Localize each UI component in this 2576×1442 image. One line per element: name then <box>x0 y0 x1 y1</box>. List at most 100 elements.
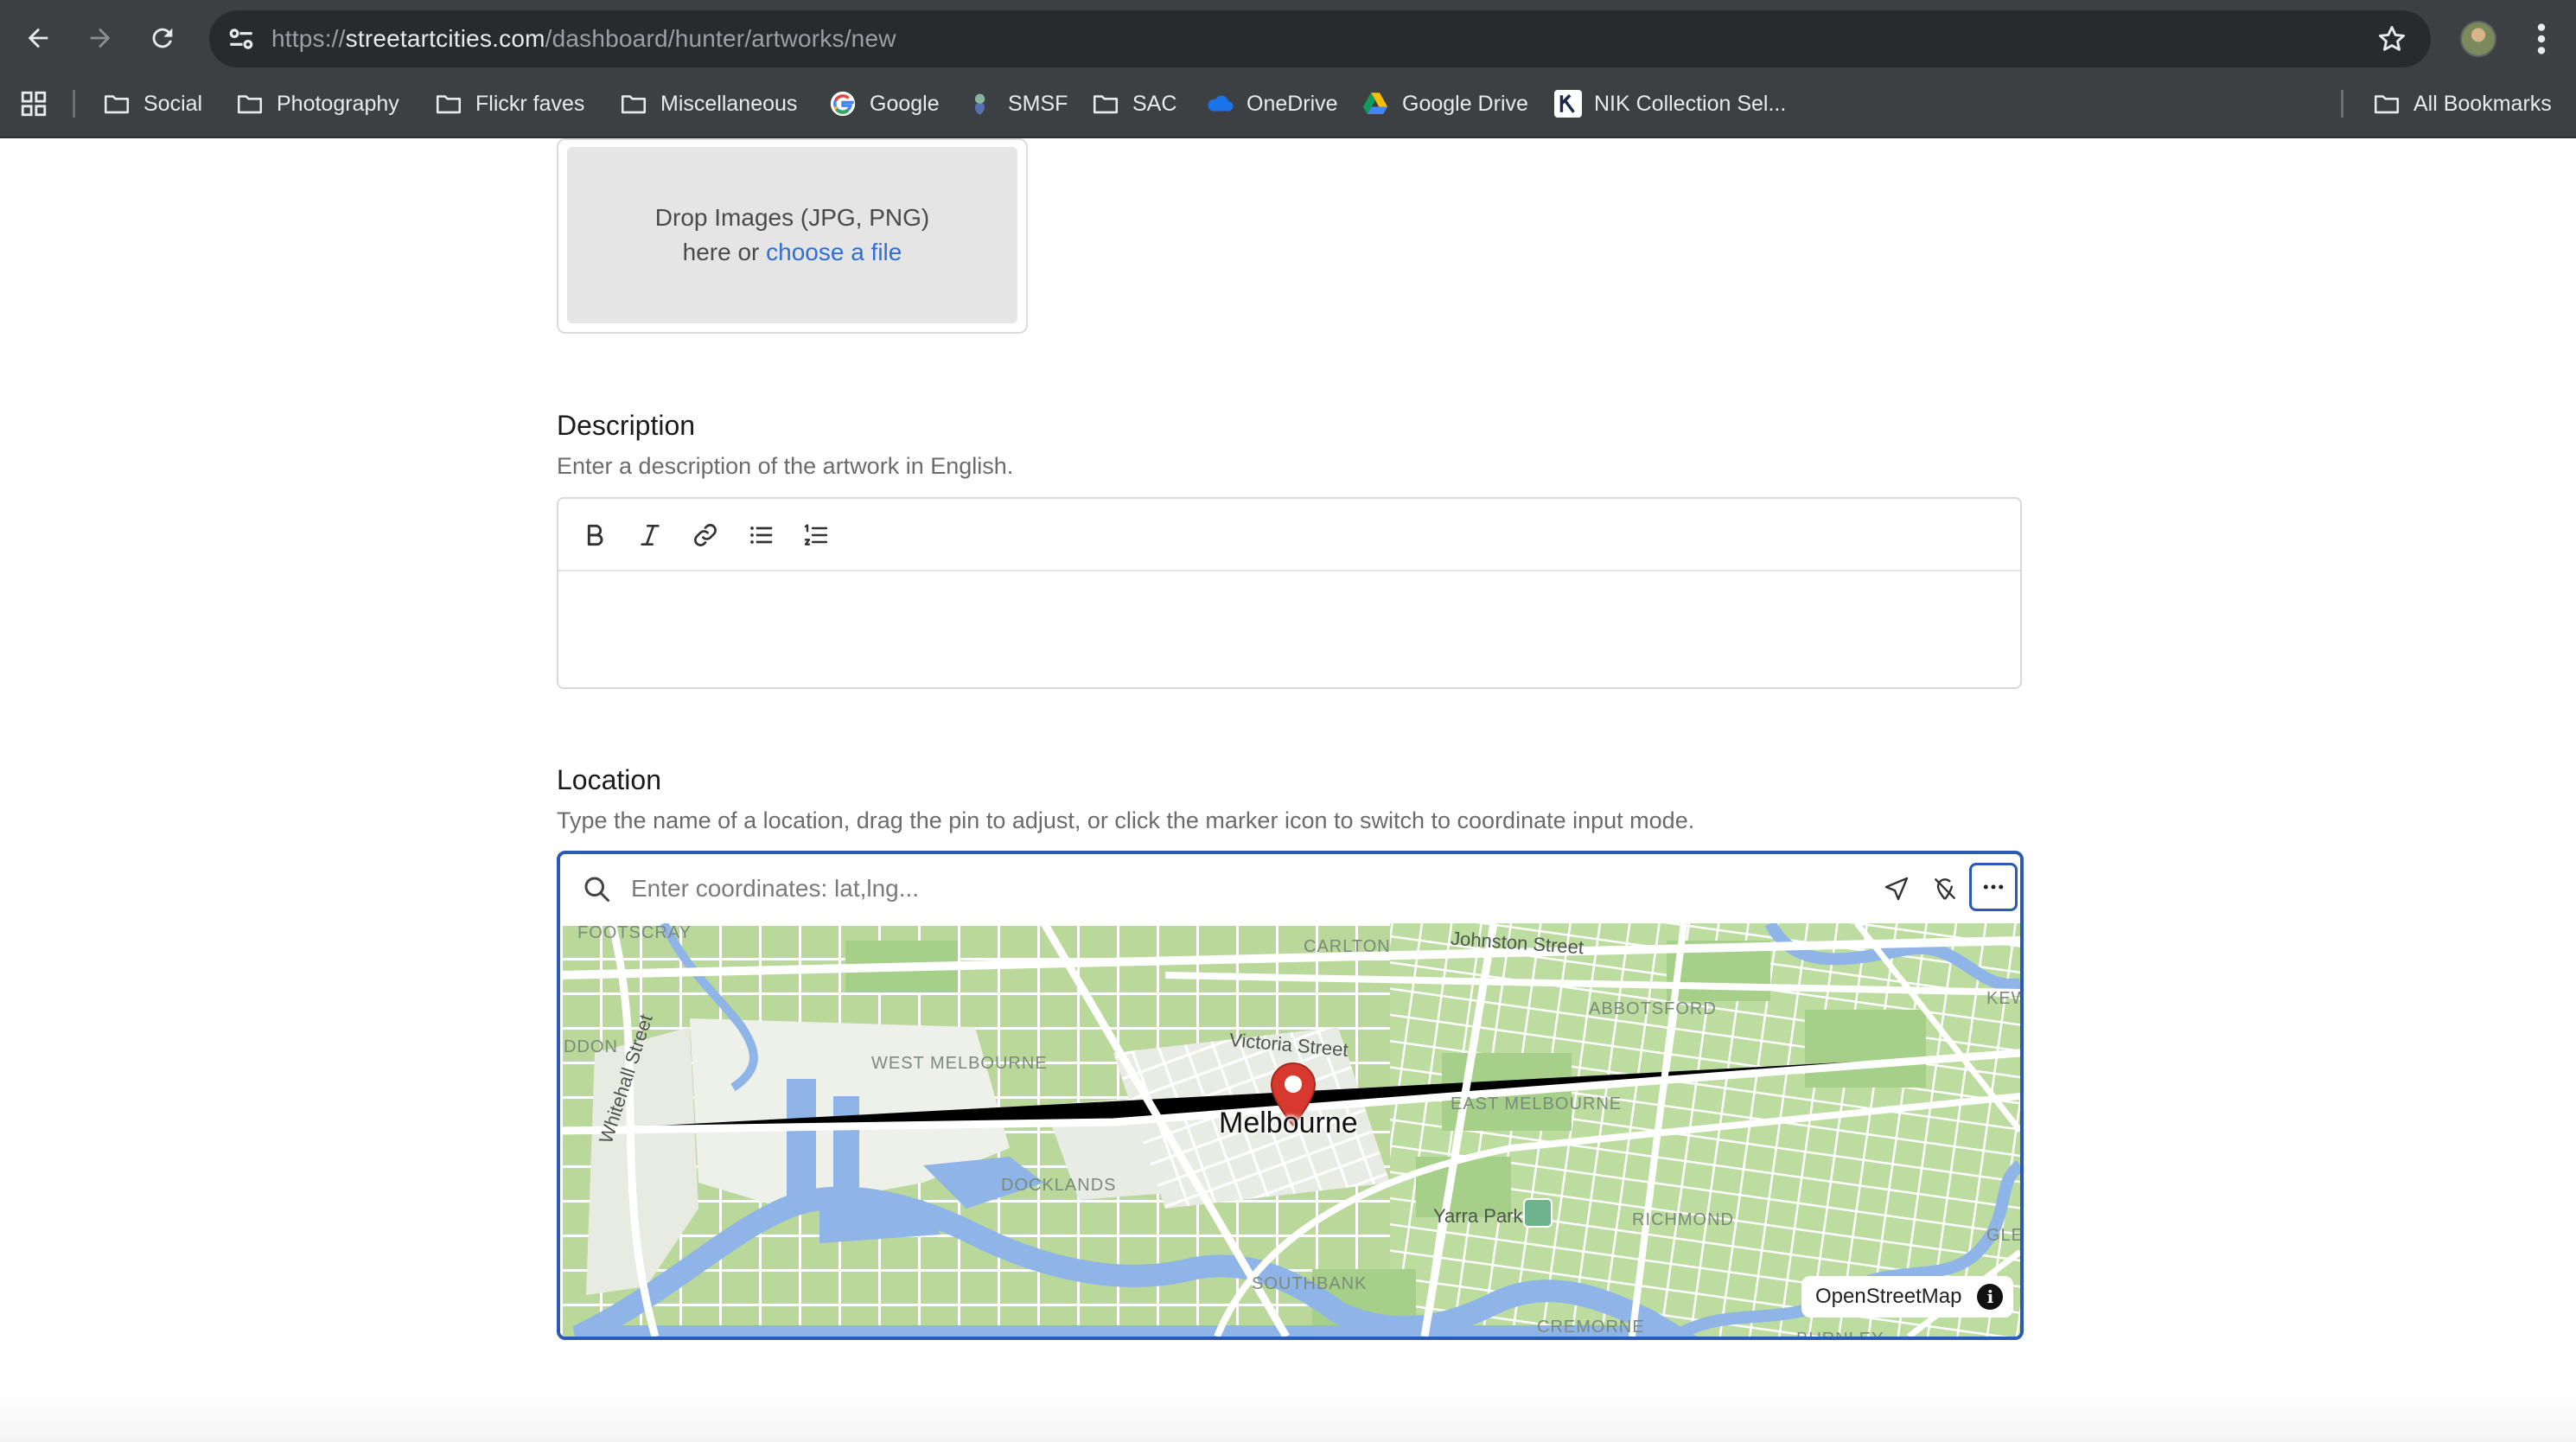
bookmark-social[interactable]: Social <box>102 86 202 121</box>
map-area-label: BURNLEY <box>1796 1330 1884 1337</box>
url-scheme: https:// <box>271 25 346 52</box>
folder-icon <box>237 95 263 114</box>
bookmark-label: Flickr faves <box>475 91 585 116</box>
image-upload-card: Drop Images (JPG, PNG) here or choose a … <box>557 138 1028 334</box>
url-host: streetartcities.com <box>345 25 545 52</box>
nik-icon <box>1554 90 1582 118</box>
description-editor <box>557 497 2022 689</box>
dropzone-line2: here or choose a file <box>683 235 902 270</box>
apps-grid-icon[interactable] <box>19 89 48 118</box>
bookmark-label: Miscellaneous <box>660 91 798 116</box>
location-help: Type the name of a location, drag the pi… <box>557 807 1695 833</box>
bookmark-label: Photography <box>277 91 399 116</box>
bookmark-label: SMSF <box>1008 91 1068 116</box>
location-picker: FOOTSCRAY CARLTON ABBOTSFORD WEST MELBOU… <box>557 851 2024 1340</box>
forward-button[interactable] <box>78 16 123 61</box>
park-icon <box>1523 1198 1553 1228</box>
folder-icon <box>1093 95 1119 114</box>
map-area-label: FOOTSCRAY <box>577 923 692 942</box>
site-settings-icon[interactable] <box>225 22 258 55</box>
current-location-button[interactable] <box>1879 871 1914 906</box>
image-dropzone[interactable]: Drop Images (JPG, PNG) here or choose a … <box>567 147 1017 323</box>
numbered-list-icon <box>804 524 828 546</box>
bookmark-label: Social <box>143 91 203 116</box>
bookmark-label: OneDrive <box>1247 91 1338 116</box>
all-bookmarks[interactable]: All Bookmarks <box>2372 86 2552 121</box>
bold-icon <box>587 524 603 546</box>
bookmark-label: SAC <box>1132 91 1177 116</box>
map-area-label: SOUTHBANK <box>1252 1274 1368 1293</box>
bullet-list-icon <box>750 526 773 544</box>
map-area-label: DDON <box>564 1037 618 1056</box>
bookmark-star-icon[interactable] <box>2375 22 2408 55</box>
map-view[interactable]: FOOTSCRAY CARLTON ABBOTSFORD WEST MELBOU… <box>560 923 2020 1337</box>
map-area-label: KEW <box>1986 989 2020 1008</box>
folder-icon <box>621 95 647 114</box>
url-text[interactable]: https://streetartcities.com/dashboard/hu… <box>271 25 896 53</box>
description-heading: Description <box>557 410 696 441</box>
choose-file-link[interactable]: choose a file <box>766 239 902 265</box>
profile-avatar[interactable] <box>2460 21 2496 57</box>
link-icon <box>694 524 717 546</box>
info-icon[interactable]: i <box>1977 1284 2004 1310</box>
map-area-text: WEST MELBOURNE <box>871 1054 1048 1073</box>
more-horizontal-icon <box>1983 884 2004 890</box>
link-button[interactable] <box>686 516 724 554</box>
bookmark-smsf[interactable]: SMSF <box>966 86 1068 121</box>
bookmark-label: Google Drive <box>1402 91 1528 116</box>
bookmark-onedrive[interactable]: OneDrive <box>1205 86 1338 121</box>
bullet-list-button[interactable] <box>742 516 780 554</box>
editor-toolbar <box>558 499 2020 571</box>
description-textarea[interactable] <box>558 573 2020 687</box>
map-area-label: WEST MELBOURNE <box>871 1053 1048 1074</box>
bookmark-flickr-faves[interactable]: Flickr faves <box>434 86 584 121</box>
bookmark-label: Google <box>870 91 940 116</box>
google-drive-icon <box>1362 93 1388 115</box>
page-bottom-edge <box>0 1392 2576 1442</box>
numbered-list-button[interactable] <box>797 516 835 554</box>
location-heading: Location <box>557 764 661 795</box>
italic-button[interactable] <box>631 516 669 554</box>
bookmark-nik-collection[interactable]: NIK Collection Sel... <box>1554 86 1786 121</box>
more-options-button[interactable] <box>1969 863 2018 911</box>
map-area-label: GLENI <box>1986 1226 2020 1245</box>
bookmark-photography[interactable]: Photography <box>235 86 399 121</box>
location-search-row <box>560 854 2020 923</box>
search-icon <box>584 877 609 902</box>
bookmarks-divider <box>73 90 75 118</box>
italic-icon <box>641 525 660 546</box>
google-icon <box>830 91 856 117</box>
map-area-label: CARLTON <box>1304 937 1391 956</box>
dropzone-instructions: Drop Images (JPG, PNG) <box>654 204 930 231</box>
address-bar[interactable]: https://streetartcities.com/dashboard/hu… <box>209 10 2431 67</box>
folder-icon <box>436 95 462 114</box>
dropzone-prefix: here or <box>682 239 767 265</box>
marker-mode-toggle[interactable] <box>1928 871 1962 906</box>
bookmark-miscellaneous[interactable]: Miscellaneous <box>619 86 797 121</box>
bookmark-google-drive[interactable]: Google Drive <box>1361 86 1528 121</box>
smsf-icon <box>974 93 985 115</box>
reload-icon <box>152 28 173 48</box>
map-area-label: EAST MELBOURNE <box>1451 1094 1623 1113</box>
bold-button[interactable] <box>576 516 614 554</box>
coordinates-input[interactable] <box>631 868 1729 909</box>
back-button[interactable] <box>16 16 61 61</box>
bookmark-google[interactable]: Google <box>828 86 940 121</box>
description-help: Enter a description of the artwork in En… <box>557 453 1014 479</box>
bookmarks-divider <box>2341 90 2343 118</box>
browser-menu-icon[interactable] <box>2524 19 2559 59</box>
url-path: /dashboard/hunter/artworks/new <box>545 25 896 52</box>
map-area-label: CREMORNE <box>1537 1318 1645 1337</box>
marker-off-icon <box>1935 878 1955 900</box>
map-area-label: ABBOTSFORD <box>1589 999 1717 1018</box>
map-area-label: DOCKLANDS <box>1001 1176 1117 1195</box>
navigation-arrow-icon <box>1884 877 1909 901</box>
bookmark-sac[interactable]: SAC <box>1091 86 1176 121</box>
folder-icon <box>2374 95 2400 114</box>
reload-button[interactable] <box>140 16 185 61</box>
map-attribution[interactable]: OpenStreetMap i <box>1801 1276 2014 1318</box>
onedrive-icon <box>1208 95 1234 112</box>
back-arrow-icon <box>28 28 48 48</box>
map-street-label: Yarra Park <box>1433 1205 1523 1227</box>
forward-arrow-icon <box>90 28 111 48</box>
